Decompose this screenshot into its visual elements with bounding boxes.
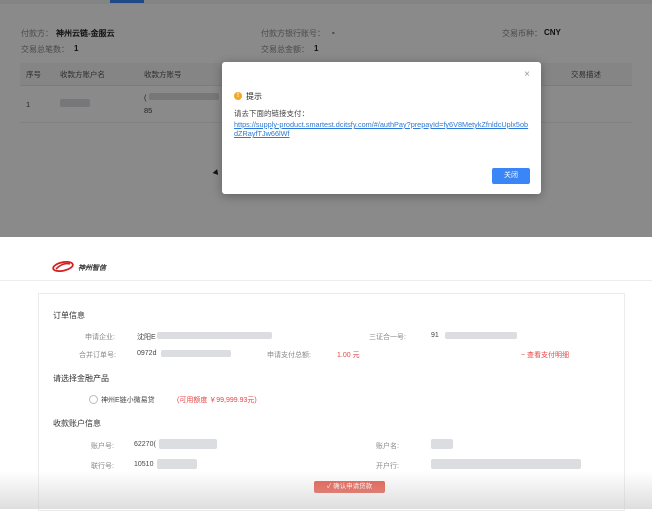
- payee-section-title: 收款账户信息: [53, 419, 101, 428]
- page-header: 神州智信: [0, 253, 652, 281]
- credit-code-value: 91: [431, 332, 439, 339]
- product-section-title: 请选择金融产品: [53, 374, 109, 383]
- payment-detail-panel: 付款方： 神州云链-金服云 付款方银行账号： - 交易币种： CNY 交易总笔数…: [0, 0, 652, 237]
- bank-name-label: 开户行:: [376, 463, 399, 470]
- dialog-message: 请去下面的链接支付：: [234, 109, 309, 118]
- redacted-text: [431, 459, 581, 469]
- loan-application-page: 神州智信 订单信息 申请企业: 沈阳E 三证合一号: 91 合并订单号: 097…: [0, 253, 652, 511]
- pay-amount-label: 申请支付总额:: [267, 352, 311, 359]
- bank-no-value: 10510: [134, 461, 154, 468]
- account-no-value: 62270(: [134, 441, 156, 448]
- account-no-label: 账户号:: [91, 443, 114, 450]
- confirm-loan-label: 确认申请贷款: [333, 483, 373, 490]
- redacted-text: [431, 439, 453, 449]
- order-no-value: 0972d: [137, 350, 157, 357]
- pay-amount-value: 1.00 元: [337, 352, 360, 359]
- dialog-title: 提示: [246, 92, 262, 101]
- confirm-loan-button[interactable]: ✓ 确认申请贷款: [314, 481, 385, 493]
- applicant-label: 申请企业:: [85, 334, 115, 341]
- applicant-value: 沈阳E: [137, 334, 156, 341]
- view-detail-link[interactable]: ~ 查看支付明细: [521, 350, 569, 360]
- product-limit: (可用额度 ￥99,999.93元): [177, 397, 257, 404]
- close-button[interactable]: 关闭: [492, 168, 530, 184]
- application-card: 订单信息 申请企业: 沈阳E 三证合一号: 91 合并订单号: 0972d 申请…: [38, 293, 625, 511]
- product-radio[interactable]: [89, 395, 98, 404]
- redacted-text: [157, 459, 197, 469]
- credit-code-label: 三证合一号:: [369, 334, 406, 341]
- bank-no-label: 联行号:: [91, 463, 114, 470]
- payment-link-dialog: × ! 提示 请去下面的链接支付： https://supply-product…: [222, 62, 541, 194]
- redacted-text: [445, 332, 517, 339]
- order-section-title: 订单信息: [53, 311, 85, 320]
- brand-logo-text: 神州智信: [78, 265, 106, 272]
- product-name[interactable]: 神州E链小微易贷: [101, 395, 155, 405]
- redacted-text: [159, 439, 217, 449]
- brand-logo-icon: [52, 261, 74, 272]
- account-name-label: 账户名:: [376, 443, 399, 450]
- order-no-label: 合并订单号:: [79, 352, 116, 359]
- redacted-text: [161, 350, 231, 357]
- warning-icon: !: [234, 92, 242, 100]
- redacted-text: [157, 332, 272, 339]
- close-icon[interactable]: ×: [524, 69, 530, 80]
- view-detail-text: 查看支付明细: [527, 352, 570, 359]
- payment-link[interactable]: https://supply-product.smartest.dcitsfy.…: [234, 120, 530, 138]
